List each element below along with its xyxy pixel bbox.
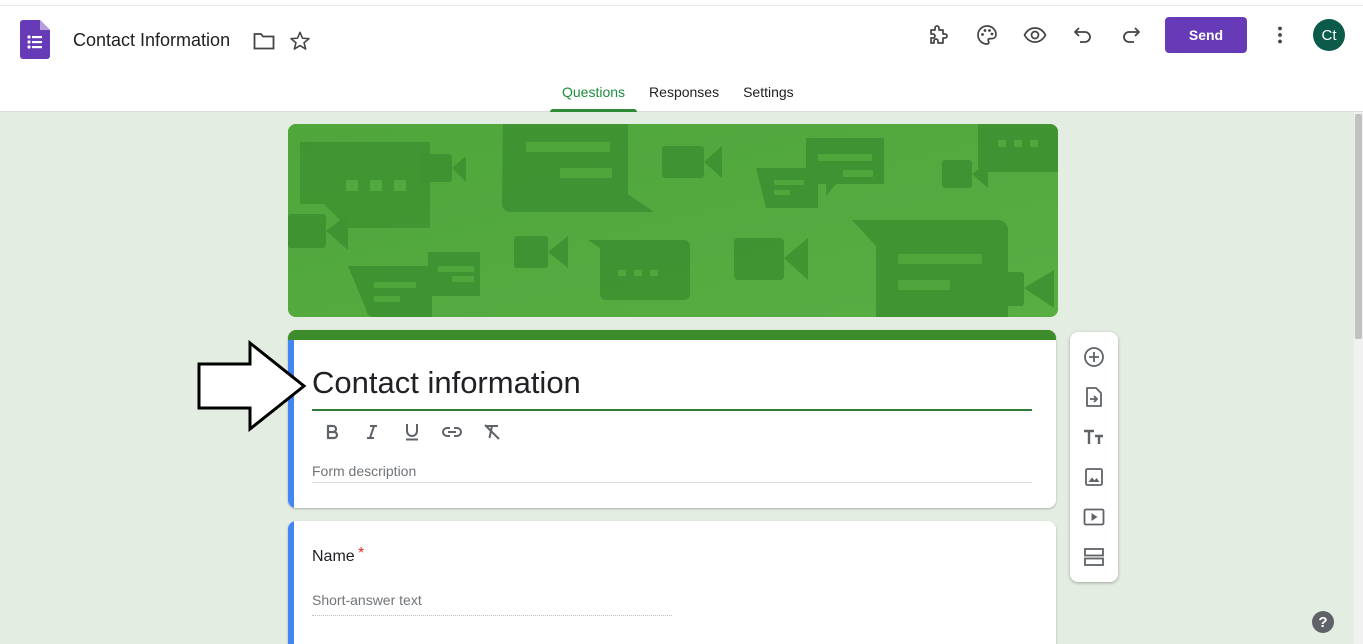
- form-title-input[interactable]: Contact information: [312, 365, 581, 401]
- italic-icon[interactable]: [358, 420, 386, 444]
- question-title: Name: [312, 548, 355, 565]
- description-underline: [312, 482, 1032, 483]
- preview-eye-icon[interactable]: [1021, 21, 1049, 49]
- header-top-line: [0, 5, 1363, 6]
- required-asterisk: *: [358, 545, 365, 562]
- palette-icon[interactable]: [973, 21, 1001, 49]
- answer-underline: [312, 615, 672, 616]
- star-icon[interactable]: [286, 27, 314, 55]
- folder-icon[interactable]: [250, 27, 278, 55]
- addons-icon[interactable]: [925, 21, 953, 49]
- redo-icon[interactable]: [1117, 21, 1145, 49]
- help-button[interactable]: ?: [1312, 611, 1334, 633]
- header-banner-image: [288, 124, 1058, 317]
- add-title-icon[interactable]: [1082, 425, 1106, 449]
- page-scrollbar[interactable]: [1354, 112, 1363, 644]
- form-description-input[interactable]: Form description: [312, 463, 416, 479]
- question-left-bar: [288, 521, 294, 644]
- link-icon[interactable]: [438, 420, 466, 444]
- add-section-icon[interactable]: [1082, 545, 1106, 569]
- underline-icon[interactable]: [398, 420, 426, 444]
- theme-top-bar: [288, 330, 1056, 340]
- account-avatar[interactable]: Ct: [1313, 19, 1345, 51]
- tab-questions[interactable]: Questions: [550, 84, 638, 112]
- import-questions-icon[interactable]: [1082, 385, 1106, 409]
- title-underline: [312, 409, 1032, 411]
- forms-logo-icon[interactable]: [20, 20, 50, 59]
- tab-responses[interactable]: Responses: [637, 84, 731, 112]
- add-video-icon[interactable]: [1082, 505, 1106, 529]
- add-image-icon[interactable]: [1082, 465, 1106, 489]
- form-title-card[interactable]: Contact information Form description: [288, 330, 1056, 508]
- doc-title[interactable]: Contact Information: [73, 30, 230, 51]
- side-toolbar: [1070, 332, 1118, 582]
- clear-format-icon[interactable]: [478, 420, 506, 444]
- send-button[interactable]: Send: [1165, 17, 1247, 53]
- question-card[interactable]: Name * Short-answer text: [288, 521, 1056, 644]
- bold-icon[interactable]: [318, 420, 346, 444]
- tab-settings[interactable]: Settings: [731, 84, 806, 112]
- form-tabs: Questions Responses Settings: [550, 84, 806, 112]
- undo-icon[interactable]: [1069, 21, 1097, 49]
- add-question-icon[interactable]: [1082, 345, 1106, 369]
- short-answer-placeholder: Short-answer text: [312, 592, 422, 608]
- arrow-annotation-icon: [196, 339, 308, 433]
- more-vert-icon[interactable]: [1266, 21, 1294, 49]
- app-header: Contact Information Send Ct Questions Re…: [0, 0, 1363, 112]
- scrollbar-thumb[interactable]: [1355, 114, 1362, 339]
